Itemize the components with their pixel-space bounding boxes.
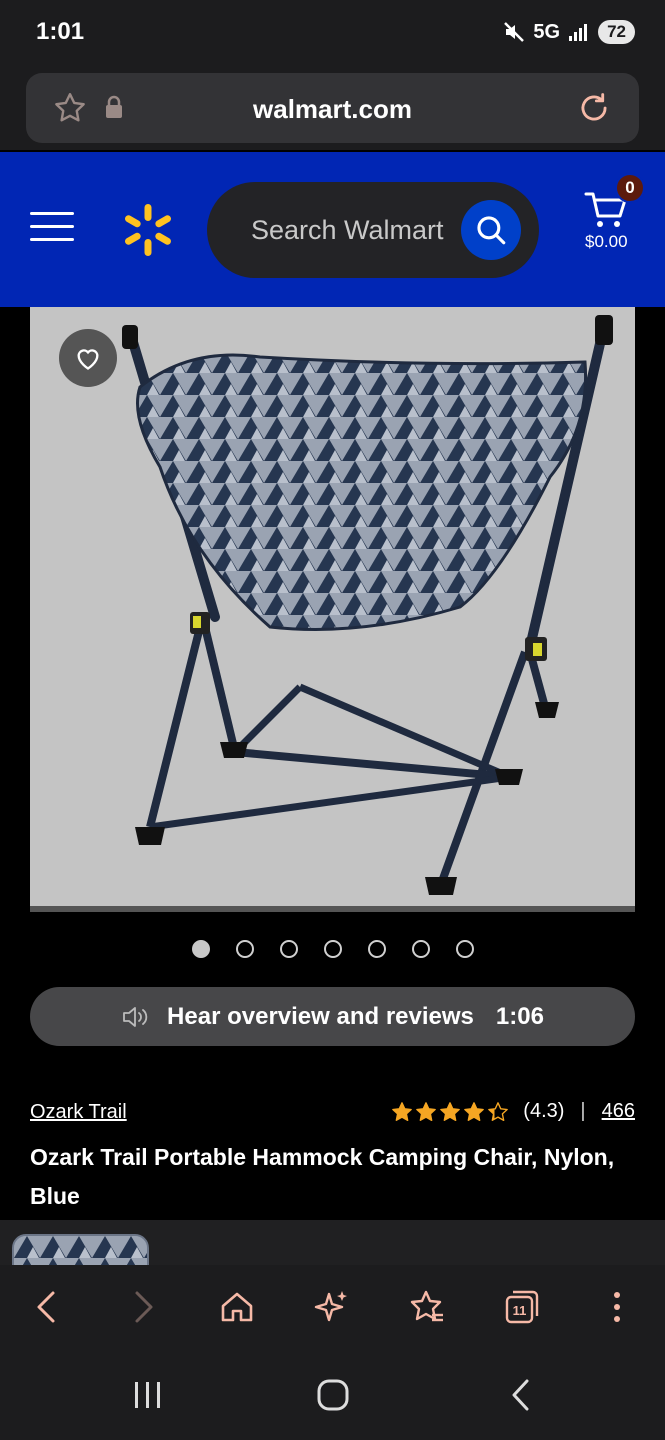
pager-dot[interactable] bbox=[323, 940, 342, 958]
speaker-icon bbox=[123, 1006, 148, 1027]
brand-link[interactable]: Ozark Trail bbox=[30, 1101, 127, 1124]
system-navigation-bar bbox=[0, 1350, 665, 1440]
back-nav-button[interactable] bbox=[496, 1372, 546, 1418]
tab-count: 11 bbox=[513, 1303, 527, 1318]
audio-overview-label: Hear overview and reviews bbox=[167, 1002, 474, 1030]
hammock-chair-illustration bbox=[122, 315, 613, 895]
search-placeholder: Search Walmart bbox=[251, 215, 444, 245]
home-icon bbox=[221, 1292, 253, 1322]
bookmarks-button[interactable] bbox=[405, 1285, 449, 1329]
star-filled-icon bbox=[392, 1101, 413, 1121]
cart-count-badge: 0 bbox=[615, 173, 645, 203]
product-image[interactable] bbox=[30, 307, 635, 912]
battery-indicator: 72 bbox=[598, 20, 635, 44]
favorite-button[interactable] bbox=[59, 329, 117, 387]
search-icon bbox=[477, 216, 506, 245]
signal-icon bbox=[569, 24, 588, 41]
star-half-icon bbox=[488, 1101, 509, 1121]
address-bar[interactable]: walmart.com bbox=[26, 73, 639, 143]
browser-address-area: walmart.com bbox=[0, 70, 665, 150]
pager-dot[interactable] bbox=[367, 940, 386, 958]
status-time: 1:01 bbox=[36, 18, 85, 45]
walmart-header: Search Walmart 0 $0.00 bbox=[0, 152, 665, 307]
pager-dot[interactable] bbox=[191, 940, 210, 958]
back-nav-icon bbox=[512, 1379, 529, 1411]
heart-icon bbox=[77, 349, 99, 370]
forward-icon bbox=[135, 1291, 153, 1323]
audio-overview-button[interactable]: Hear overview and reviews 1:06 bbox=[30, 987, 635, 1046]
tabs-button[interactable]: 11 bbox=[500, 1285, 544, 1329]
product-rating[interactable]: (4.3) | 466 bbox=[391, 1100, 635, 1123]
star-filled-icon bbox=[416, 1101, 437, 1121]
network-label: 5G bbox=[533, 20, 561, 43]
reload-icon[interactable] bbox=[575, 89, 613, 127]
forward-button[interactable] bbox=[122, 1285, 166, 1329]
mute-icon bbox=[504, 22, 525, 42]
audio-duration: 1:06 bbox=[495, 1002, 544, 1030]
sparkle-icon bbox=[314, 1291, 347, 1322]
back-button[interactable] bbox=[24, 1285, 68, 1329]
bookmarks-icon bbox=[410, 1290, 443, 1322]
cart-button[interactable]: 0 $0.00 bbox=[580, 173, 650, 272]
search-button[interactable] bbox=[461, 200, 521, 260]
more-options-button[interactable] bbox=[595, 1285, 639, 1329]
pager-dot[interactable] bbox=[235, 940, 254, 958]
star-filled-icon bbox=[464, 1101, 485, 1121]
home-nav-icon bbox=[317, 1379, 349, 1411]
menu-button[interactable] bbox=[30, 212, 74, 246]
star-filled-icon bbox=[440, 1101, 461, 1121]
status-indicators: 5G 72 bbox=[503, 20, 635, 44]
rating-separator: | bbox=[580, 1100, 586, 1122]
tabs-icon: 11 bbox=[505, 1290, 539, 1324]
review-count-link[interactable]: 466 bbox=[602, 1100, 635, 1123]
recent-apps-icon bbox=[135, 1382, 160, 1408]
url-text[interactable]: walmart.com bbox=[26, 94, 639, 125]
ai-assistant-button[interactable] bbox=[310, 1285, 354, 1329]
browser-toolbar: 11 bbox=[0, 1265, 665, 1350]
back-icon bbox=[37, 1291, 55, 1323]
recent-apps-button[interactable] bbox=[123, 1372, 173, 1418]
home-button[interactable] bbox=[215, 1285, 259, 1329]
home-nav-button[interactable] bbox=[308, 1372, 358, 1418]
rating-stars bbox=[391, 1101, 509, 1123]
walmart-spark-logo[interactable] bbox=[120, 202, 176, 258]
rating-value: (4.3) bbox=[523, 1100, 565, 1122]
search-input[interactable]: Search Walmart bbox=[207, 182, 539, 278]
menu-icon bbox=[30, 212, 74, 215]
more-icon bbox=[614, 1292, 620, 1322]
cart-total: $0.00 bbox=[585, 232, 628, 251]
status-bar: 1:01 5G 72 bbox=[0, 0, 665, 70]
image-pager bbox=[0, 940, 665, 958]
sticky-product-strip bbox=[0, 1220, 665, 1274]
pager-dot[interactable] bbox=[455, 940, 474, 958]
pager-dot[interactable] bbox=[411, 940, 430, 958]
product-title: Ozark Trail Portable Hammock Camping Cha… bbox=[30, 1144, 615, 1209]
pager-dot[interactable] bbox=[279, 940, 298, 958]
